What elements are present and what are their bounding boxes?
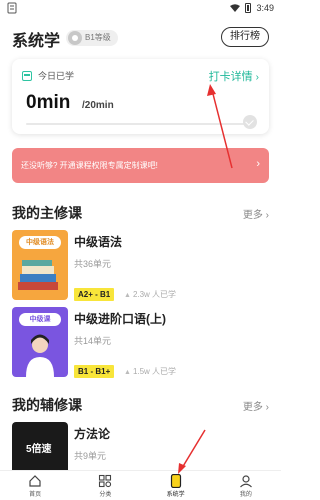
- speaker-illustration-icon: [26, 334, 54, 377]
- chevron-right-icon: ›: [265, 210, 269, 221]
- chevron-right-icon: ›: [256, 158, 260, 170]
- learners-count: 2.3w 人已学: [132, 290, 177, 299]
- course-learners: ▲ 1.5w 人已学: [124, 365, 176, 379]
- nav-home[interactable]: 首页: [0, 471, 70, 500]
- course-learners: ▲ 2.3w 人已学: [124, 288, 176, 302]
- course-level-tag: B1 - B1+: [74, 365, 115, 378]
- medal-icon: [68, 31, 82, 45]
- chevron-right-icon: ›: [255, 72, 259, 83]
- level-badge[interactable]: B1等级: [66, 30, 118, 46]
- course-cover-speaking: 中级课: [12, 307, 68, 377]
- course-name: 中级进阶口语(上): [74, 312, 166, 326]
- promo-text: 还没听够? 开通课程权限专属定制课吧!: [21, 161, 158, 170]
- course-cover-grammar: 中级语法: [12, 230, 68, 300]
- nav-profile-label: 我的: [239, 492, 252, 498]
- page-header: 系统学 B1等级 排行榜: [0, 24, 281, 52]
- trend-up-icon: ▲: [124, 369, 131, 376]
- course-level-tag: A2+ - B1: [74, 288, 115, 301]
- nav-profile[interactable]: 我的: [211, 471, 281, 500]
- leaderboard-button[interactable]: 排行榜: [221, 27, 269, 47]
- chevron-right-icon: ›: [265, 402, 269, 413]
- minor-courses-title: 我的辅修课: [12, 397, 82, 413]
- status-bar: 3:49: [0, 0, 281, 18]
- course-units: 共36单元: [74, 259, 112, 269]
- main-courses-more-link[interactable]: 更多 ›: [243, 206, 269, 221]
- home-icon: [29, 475, 41, 487]
- profile-icon: [239, 475, 252, 488]
- nav-category-label: 分类: [99, 492, 112, 498]
- calendar-icon: [22, 71, 32, 81]
- checkin-details-label: 打卡详情: [208, 71, 253, 83]
- minutes-studied: 0min: [26, 92, 71, 113]
- main-courses-title: 我的主修课: [12, 205, 82, 221]
- study-progress-bar: [26, 123, 246, 125]
- study-progress-card: 今日已学 打卡详情 › 0min /20min: [12, 59, 269, 134]
- notification-icon: [7, 2, 17, 14]
- battery-icon: [245, 3, 252, 13]
- bottom-navigation: 首页 分类 系统学 我的: [0, 470, 281, 500]
- checkin-details-link[interactable]: 打卡详情 ›: [209, 68, 259, 84]
- nav-home-label: 首页: [29, 492, 42, 498]
- wifi-icon: [230, 4, 241, 12]
- daily-goal: /20min: [82, 100, 114, 111]
- course-card[interactable]: 中级语法 中级语法 共36单元 A2+ - B1 ▲ 2.3w 人已学: [12, 230, 269, 302]
- nav-system-study[interactable]: 系统学: [141, 471, 211, 500]
- trend-up-icon: ▲: [124, 292, 131, 299]
- more-label: 更多: [242, 210, 263, 221]
- level-badge-label: B1等级: [85, 33, 111, 42]
- minor-courses-more-link[interactable]: 更多 ›: [243, 398, 269, 413]
- course-name: 方法论: [74, 427, 111, 441]
- system-study-icon: [170, 474, 181, 488]
- course-units: 共14单元: [74, 336, 112, 346]
- status-time: 3:49: [256, 3, 274, 13]
- nav-category[interactable]: 分类: [70, 471, 140, 500]
- books-illustration-icon: [18, 260, 58, 290]
- course-name: 中级语法: [74, 235, 123, 249]
- course-card[interactable]: 中级课 中级进阶口语(上) 共14单元 B1 - B1+ ▲ 1.5w 人已学: [12, 307, 269, 379]
- nav-system-study-label: 系统学: [166, 492, 185, 498]
- category-grid-icon: [99, 474, 112, 488]
- more-label: 更多: [242, 402, 263, 413]
- cover-label: 5倍速: [26, 444, 52, 455]
- goal-check-icon: [243, 115, 257, 129]
- course-units: 共9单元: [74, 451, 107, 461]
- page-title: 系统学: [12, 33, 61, 50]
- today-studied-label: 今日已学: [38, 71, 75, 81]
- promo-banner[interactable]: 还没听够? 开通课程权限专属定制课吧! ›: [12, 148, 269, 183]
- learners-count: 1.5w 人已学: [132, 367, 177, 376]
